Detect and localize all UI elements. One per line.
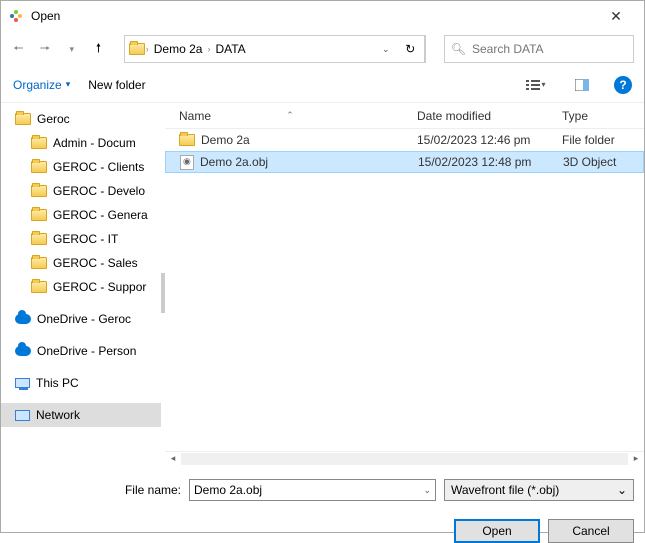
folder-icon [31, 161, 47, 173]
folder-icon [15, 113, 31, 125]
folder-icon [31, 233, 47, 245]
file-type: File folder [562, 133, 644, 147]
tree-folder-item[interactable]: GEROC - Clients [1, 155, 161, 179]
history-dropdown[interactable]: ▾ [60, 37, 83, 61]
tree-root[interactable]: Geroc [1, 107, 161, 131]
tree-folder-item[interactable]: GEROC - IT [1, 227, 161, 251]
folder-icon [129, 43, 145, 55]
scrollbar-horizontal[interactable] [181, 453, 628, 465]
refresh-button[interactable]: ↻ [397, 35, 425, 63]
tree-onedrive[interactable]: OneDrive - Geroc [1, 307, 161, 331]
open-button[interactable]: Open [454, 519, 540, 543]
tree-network[interactable]: Network [1, 403, 161, 427]
filename-input[interactable]: ⌄ [189, 479, 436, 501]
organize-menu[interactable]: Organize ▾ [13, 78, 70, 92]
app-icon [9, 9, 23, 23]
column-header-name[interactable]: Name⌃ [165, 109, 417, 123]
scroll-right-button[interactable]: ▸ [628, 453, 644, 464]
column-header-type[interactable]: Type [562, 109, 644, 123]
folder-icon [31, 185, 47, 197]
pc-icon [15, 378, 30, 388]
tree-this-pc[interactable]: This PC [1, 371, 161, 395]
tree-folder-item[interactable]: GEROC - Suppor [1, 275, 161, 299]
file-type: 3D Object [563, 155, 643, 169]
address-bar[interactable]: › Demo 2a › DATA [125, 36, 375, 62]
cloud-icon [15, 314, 31, 324]
preview-pane-button[interactable] [568, 75, 596, 95]
tree-folder-item[interactable]: GEROC - Genera [1, 203, 161, 227]
new-folder-button[interactable]: New folder [88, 78, 145, 92]
network-icon [15, 410, 30, 421]
scroll-left-button[interactable]: ◂ [165, 453, 181, 464]
chevron-down-icon[interactable]: ⌄ [423, 485, 431, 496]
sort-asc-icon: ⌃ [171, 110, 409, 121]
column-header-date[interactable]: Date modified [417, 109, 562, 123]
file-date: 15/02/2023 12:46 pm [417, 133, 562, 147]
tree-folder-item[interactable]: GEROC - Sales [1, 251, 161, 275]
search-input[interactable]: 🔍︎ [444, 35, 634, 63]
view-options-button[interactable]: ▾ [522, 75, 550, 95]
tree-onedrive[interactable]: OneDrive - Person [1, 339, 161, 363]
up-button[interactable]: 🠕 [87, 37, 110, 61]
cloud-icon [15, 346, 31, 356]
search-icon: 🔍︎ [451, 42, 466, 56]
folder-tree[interactable]: Geroc Admin - DocumGEROC - ClientsGEROC … [1, 103, 161, 465]
file-name: Demo 2a [201, 133, 250, 147]
file-row[interactable]: Demo 2a.obj 15/02/2023 12:48 pm3D Object [165, 151, 644, 173]
cancel-button[interactable]: Cancel [548, 519, 634, 543]
folder-icon [31, 281, 47, 293]
file-date: 15/02/2023 12:48 pm [418, 155, 563, 169]
breadcrumb-item[interactable]: Demo 2a [150, 40, 207, 58]
help-button[interactable]: ? [614, 76, 632, 94]
file-name: Demo 2a.obj [200, 155, 268, 169]
back-button[interactable]: 🠔 [7, 37, 30, 61]
filename-label: File name: [11, 483, 181, 497]
address-dropdown[interactable]: ⌄ [375, 36, 397, 62]
tree-folder-item[interactable]: GEROC - Develo [1, 179, 161, 203]
file-icon [180, 155, 194, 170]
file-type-filter[interactable]: Wavefront file (*.obj)⌄ [444, 479, 634, 501]
folder-icon [31, 209, 47, 221]
folder-icon [31, 257, 47, 269]
folder-icon [31, 137, 47, 149]
chevron-down-icon: ⌄ [617, 483, 627, 497]
chevron-right-icon[interactable]: › [207, 44, 210, 54]
chevron-right-icon[interactable]: › [146, 44, 149, 54]
breadcrumb-item[interactable]: DATA [211, 40, 249, 58]
close-button[interactable]: ✕ [596, 8, 636, 25]
forward-button: 🠖 [34, 37, 57, 61]
tree-folder-item[interactable]: Admin - Docum [1, 131, 161, 155]
file-row[interactable]: Demo 2a 15/02/2023 12:46 pmFile folder [165, 129, 644, 151]
window-title: Open [31, 9, 596, 23]
folder-icon [179, 134, 195, 146]
